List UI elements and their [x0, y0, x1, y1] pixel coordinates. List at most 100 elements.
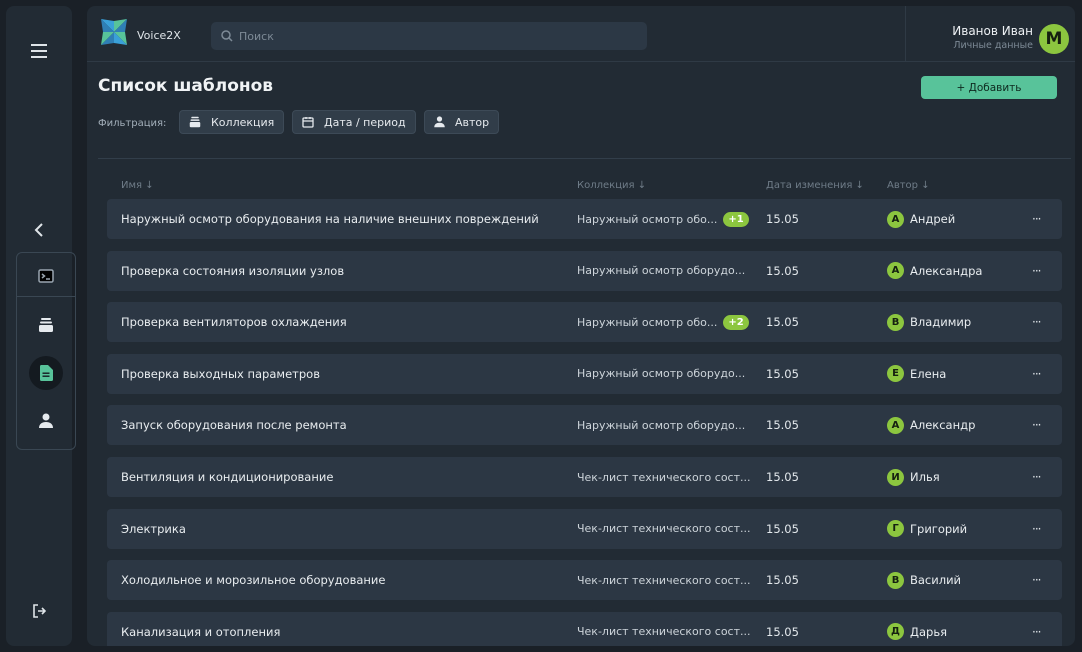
voice2x-logo-icon [101, 19, 127, 45]
user-profile[interactable]: Иванов Иван Личные данные M [905, 6, 1075, 62]
row-collection-text: Наружный осмотр обо... [577, 315, 718, 329]
user-avatar[interactable]: M [1039, 24, 1069, 54]
row-name: Электрика [121, 521, 186, 536]
author-name: Дарья [910, 624, 948, 639]
row-date: 15.05 [766, 212, 799, 226]
row-name: Холодильное и морозильное оборудование [121, 573, 386, 588]
row-name: Вентиляция и кондиционирование [121, 470, 334, 484]
row-more-button[interactable]: ··· [1032, 509, 1042, 549]
row-more-button[interactable]: ··· [1032, 405, 1042, 445]
row-date: 15.05 [766, 418, 799, 433]
row-collection: Наружный осмотр обо... +1 [577, 199, 749, 239]
author-avatar: В [887, 571, 904, 589]
user-subtitle[interactable]: Личные данные [953, 40, 1033, 51]
column-header-author[interactable]: Автор ↓ [887, 180, 930, 191]
row-more-button[interactable]: ··· [1032, 612, 1042, 646]
row-collection-text: Наружный осмотр оборудо... [577, 418, 746, 432]
table-row[interactable]: Канализация и отопления Чек-лист техничес… [107, 611, 1062, 646]
author-name: Илья [910, 470, 940, 484]
row-collection: Чек-лист технического сост... [577, 560, 751, 600]
terminal-icon [38, 269, 54, 283]
row-more-button[interactable]: ··· [1032, 457, 1042, 497]
filter-author[interactable]: Автор [424, 110, 500, 134]
add-button[interactable]: + Добавить [921, 76, 1057, 99]
nav-console[interactable] [17, 258, 75, 294]
author-name: Александра [910, 263, 983, 278]
left-rail [6, 6, 76, 646]
table-row[interactable]: Проверка состояния изоляции узлов Наружны… [107, 250, 1062, 291]
row-more-button[interactable]: ··· [1032, 199, 1042, 239]
table-row[interactable]: Электрика Чек-лист технического сост... 15… [107, 508, 1062, 549]
table-row[interactable]: Холодильное и морозильное оборудование Че… [107, 560, 1062, 601]
row-author: А Александра [887, 251, 982, 291]
table-row[interactable]: Запуск оборудования после ремонта Наружны… [107, 405, 1062, 446]
row-more-button[interactable]: ··· [1032, 354, 1042, 394]
collection-count-badge: +2 [723, 314, 749, 330]
row-name: Проверка состояния изоляции узлов [121, 263, 345, 278]
row-more-button[interactable]: ··· [1032, 251, 1042, 291]
row-date: 15.05 [766, 263, 799, 278]
author-avatar: В [887, 313, 904, 331]
row-collection-text: Чек-лист технического сост... [577, 573, 751, 587]
filter-date[interactable]: Дата / период [292, 110, 416, 134]
row-author: Е Елена [887, 354, 946, 394]
search-box[interactable] [211, 22, 647, 50]
user-icon [434, 116, 445, 128]
active-indicator [29, 356, 63, 390]
user-icon [39, 413, 53, 428]
row-collection: Чек-лист технического сост... [577, 612, 751, 646]
row-collection: Наружный осмотр оборудо... [577, 405, 745, 445]
table-row[interactable]: Проверка вентиляторов охлаждения Наружный… [107, 302, 1062, 343]
main-panel: Voice2X Иванов Иван Личные данные M Спис… [87, 6, 1075, 646]
author-avatar: А [887, 262, 904, 280]
logout-button[interactable] [6, 593, 72, 629]
column-header-collection[interactable]: Коллекция ↓ [577, 180, 646, 191]
stack-icon [39, 318, 53, 332]
menu-button[interactable] [6, 33, 72, 69]
row-more-button[interactable]: ··· [1032, 560, 1042, 600]
row-collection: Наружный осмотр оборудо... [577, 251, 745, 291]
row-date: 15.05 [766, 315, 799, 330]
collapse-sidebar-button[interactable] [6, 212, 72, 248]
row-more-button[interactable]: ··· [1032, 302, 1042, 342]
chevron-left-icon [34, 223, 43, 237]
search-icon [221, 30, 233, 42]
author-avatar: Д [887, 623, 904, 641]
calendar-icon [302, 117, 314, 128]
document-icon [39, 365, 53, 381]
row-collection-text: Чек-лист технического сост... [577, 470, 751, 484]
row-date: 15.05 [766, 521, 799, 536]
row-collection: Наружный осмотр оборудо... [577, 354, 745, 394]
filter-collection-label: Коллекция [211, 115, 275, 129]
author-avatar: Г [887, 520, 904, 538]
row-author: Г Григорий [887, 509, 967, 549]
row-name: Проверка выходных параметров [121, 366, 320, 381]
column-header-name[interactable]: Имя ↓ [121, 180, 154, 191]
column-header-date[interactable]: Дата изменения ↓ [766, 180, 864, 191]
row-author: А Александр [887, 405, 975, 445]
row-collection: Чек-лист технического сост... [577, 509, 751, 549]
filter-label: Фильтрация: [98, 118, 167, 129]
table-row[interactable]: Проверка выходных параметров Наружный осм… [107, 353, 1062, 394]
row-name: Канализация и отопления [121, 624, 281, 639]
row-date: 15.05 [766, 366, 799, 381]
row-collection-text: Чек-лист технического сост... [577, 522, 751, 536]
nav-templates[interactable] [17, 355, 75, 391]
search-input[interactable] [239, 29, 619, 43]
row-collection-text: Наружный осмотр обо... [577, 212, 718, 226]
table-row[interactable]: Наружный осмотр оборудования на наличие … [107, 199, 1062, 239]
author-name: Андрей [910, 212, 956, 226]
row-collection-text: Чек-лист технического сост... [577, 625, 751, 639]
stack-icon [189, 116, 201, 128]
collection-count-badge: +1 [723, 211, 749, 227]
table-row[interactable]: Вентиляция и кондиционирование Чек-лист т… [107, 457, 1062, 497]
author-name: Василий [910, 573, 962, 588]
filter-collection[interactable]: Коллекция [179, 110, 285, 134]
nav-users[interactable] [17, 403, 75, 439]
nav-collections[interactable] [17, 307, 75, 343]
row-collection: Наружный осмотр обо... +2 [577, 302, 749, 342]
row-collection-text: Наружный осмотр оборудо... [577, 367, 746, 381]
brand-name: Voice2X [137, 29, 181, 42]
row-collection-text: Наружный осмотр оборудо... [577, 264, 746, 278]
row-collection: Чек-лист технического сост... [577, 457, 751, 497]
